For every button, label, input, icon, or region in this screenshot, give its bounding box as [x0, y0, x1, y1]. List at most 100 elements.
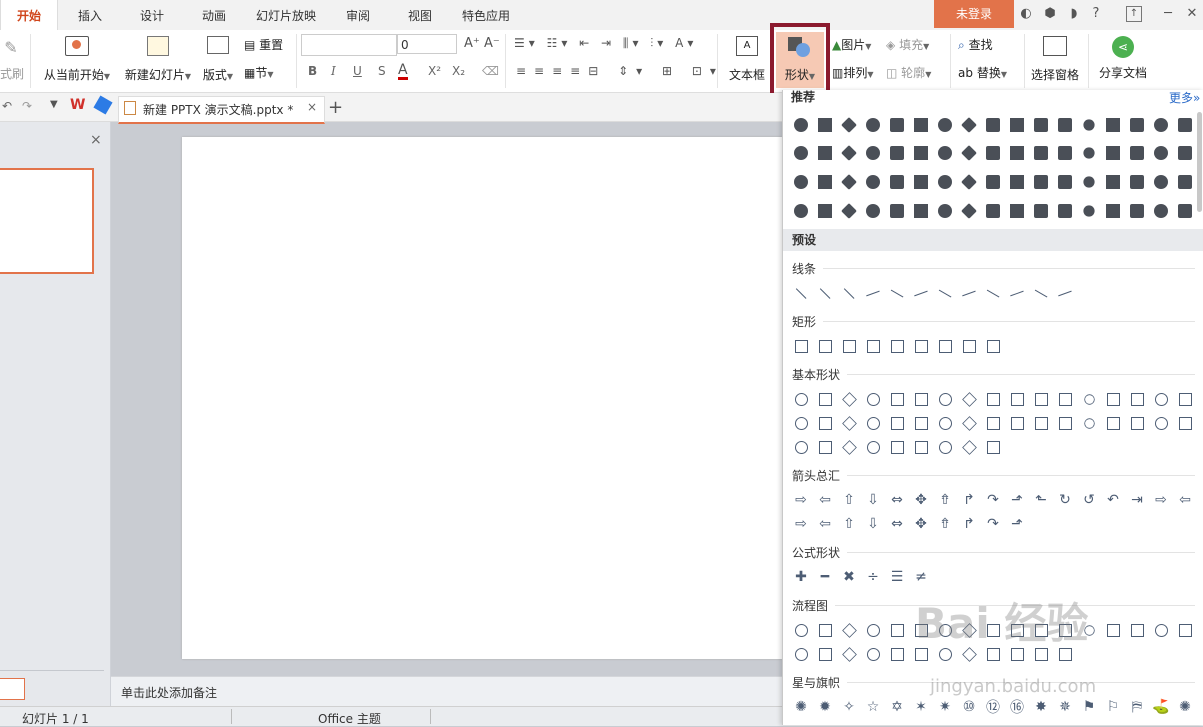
- dropdown-scrollbar[interactable]: [1197, 112, 1202, 212]
- recommended-shape[interactable]: [1053, 200, 1077, 222]
- from-current-slide-button[interactable]: 从当前开始▼: [40, 36, 114, 83]
- tab-view[interactable]: 视图: [392, 0, 448, 30]
- font-size-field[interactable]: 0: [397, 34, 457, 54]
- star-banner-shape[interactable]: ✵: [1053, 696, 1077, 718]
- close-window-icon[interactable]: ✕: [1184, 6, 1200, 22]
- recommended-shape[interactable]: [1101, 142, 1125, 164]
- arrow-shape[interactable]: ↶: [1101, 489, 1125, 511]
- basic-shape[interactable]: [1173, 388, 1197, 410]
- recommended-shape[interactable]: [1053, 114, 1077, 136]
- arrow-shape[interactable]: ⇔: [885, 489, 909, 511]
- strikethrough-button[interactable]: S: [378, 64, 386, 78]
- line-shape[interactable]: [909, 283, 933, 305]
- recommended-shape[interactable]: [813, 114, 837, 136]
- recommended-shape[interactable]: [885, 114, 909, 136]
- flowchart-shape[interactable]: [813, 619, 837, 641]
- star-banner-shape[interactable]: ✸: [1029, 696, 1053, 718]
- basic-shape[interactable]: [813, 436, 837, 458]
- basic-shape[interactable]: [1077, 412, 1101, 434]
- fill-button[interactable]: ◈ 填充▼: [886, 36, 942, 53]
- star-banner-shape[interactable]: ✷: [933, 696, 957, 718]
- wps-logo-icon[interactable]: W: [70, 97, 85, 113]
- line-shape[interactable]: [789, 283, 813, 305]
- textbox-button[interactable]: A 文本框: [726, 36, 768, 83]
- add-slide-button[interactable]: [0, 678, 25, 700]
- basic-shape[interactable]: [909, 436, 933, 458]
- basic-shape[interactable]: [1149, 412, 1173, 434]
- recommended-shape[interactable]: [1029, 114, 1053, 136]
- recommended-shape[interactable]: [789, 171, 813, 193]
- rectangle-shape[interactable]: [957, 335, 981, 357]
- recommended-shape[interactable]: [885, 200, 909, 222]
- arrow-shape[interactable]: ⬏: [1005, 513, 1029, 535]
- recommended-shape[interactable]: [933, 114, 957, 136]
- line-shape[interactable]: [813, 283, 837, 305]
- superscript-button[interactable]: X²: [428, 64, 441, 78]
- grow-font-icon[interactable]: A⁺: [464, 36, 480, 51]
- recommended-shape[interactable]: [1005, 114, 1029, 136]
- help-button[interactable]: ?: [1088, 6, 1104, 22]
- arrow-shape[interactable]: ↷: [981, 489, 1005, 511]
- rectangle-shape[interactable]: [909, 335, 933, 357]
- recommended-shape[interactable]: [957, 114, 981, 136]
- document-tab[interactable]: 新建 PPTX 演示文稿.pptx * ×: [118, 96, 325, 124]
- recommended-shape[interactable]: [837, 171, 861, 193]
- recommended-shape[interactable]: [1125, 171, 1149, 193]
- recommended-shape[interactable]: [981, 142, 1005, 164]
- tab-special[interactable]: 特色应用: [454, 0, 518, 30]
- arrow-shape[interactable]: ⇮: [933, 489, 957, 511]
- rectangle-shape[interactable]: [885, 335, 909, 357]
- arrow-shape[interactable]: ⇨: [789, 489, 813, 511]
- basic-shape[interactable]: [1125, 388, 1149, 410]
- arrow-shape[interactable]: ↻: [1053, 489, 1077, 511]
- basic-shape[interactable]: [789, 388, 813, 410]
- basic-shape[interactable]: [1029, 388, 1053, 410]
- recommended-shape[interactable]: [1053, 142, 1077, 164]
- tab-design[interactable]: 设计: [124, 0, 180, 30]
- find-button[interactable]: ⌕ 查找: [958, 36, 1008, 53]
- line-shape[interactable]: [1029, 283, 1053, 305]
- recommended-shape[interactable]: [957, 171, 981, 193]
- recommended-shape[interactable]: [1005, 142, 1029, 164]
- basic-shape[interactable]: [861, 388, 885, 410]
- basic-shape[interactable]: [813, 388, 837, 410]
- flowchart-shape[interactable]: [837, 619, 861, 641]
- bold-button[interactable]: B: [308, 64, 317, 78]
- recommended-shape[interactable]: [1149, 200, 1173, 222]
- basic-shape[interactable]: [909, 388, 933, 410]
- arrow-shape[interactable]: ⇦: [813, 513, 837, 535]
- recommended-shape[interactable]: [933, 142, 957, 164]
- recommended-shape[interactable]: [957, 200, 981, 222]
- font-color-button[interactable]: A: [398, 63, 408, 80]
- recommended-shape[interactable]: [1077, 142, 1101, 164]
- alignment-tools[interactable]: ≡≡≡≡⊟ ⇕▾ ⊞ ⊡▾: [516, 64, 724, 78]
- underline-button[interactable]: U: [353, 64, 362, 78]
- tab-insert[interactable]: 插入: [62, 0, 118, 30]
- recommended-shape[interactable]: [981, 200, 1005, 222]
- arrow-shape[interactable]: ⇦: [813, 489, 837, 511]
- shrink-font-icon[interactable]: A⁻: [484, 36, 500, 51]
- flowchart-shape[interactable]: [789, 643, 813, 665]
- basic-shape[interactable]: [1101, 388, 1125, 410]
- slide-thumbnail[interactable]: [0, 168, 94, 274]
- recommended-shape[interactable]: [813, 200, 837, 222]
- new-tab-icon[interactable]: +: [328, 97, 343, 118]
- arrow-shape[interactable]: ⇮: [933, 513, 957, 535]
- redo-icon[interactable]: ↷: [22, 99, 32, 113]
- recommended-shape[interactable]: [1029, 171, 1053, 193]
- basic-shape[interactable]: [981, 412, 1005, 434]
- arrow-shape[interactable]: ⇩: [861, 513, 885, 535]
- slide-canvas[interactable]: [182, 137, 782, 659]
- recommended-shape[interactable]: [1173, 114, 1197, 136]
- recommended-shape[interactable]: [909, 142, 933, 164]
- line-shape[interactable]: [957, 283, 981, 305]
- recommended-shape[interactable]: [981, 171, 1005, 193]
- recommended-shape[interactable]: [885, 171, 909, 193]
- flowchart-shape[interactable]: [813, 643, 837, 665]
- recommended-shape[interactable]: [1077, 171, 1101, 193]
- arrow-shape[interactable]: ⇧: [837, 489, 861, 511]
- recommended-shape[interactable]: [837, 200, 861, 222]
- paragraph-tools[interactable]: ☰▾ ☷▾ ⇤ ⇥ ⫼▾ ⫶▾ A▾: [514, 36, 697, 51]
- line-shape[interactable]: [981, 283, 1005, 305]
- basic-shape[interactable]: [837, 436, 861, 458]
